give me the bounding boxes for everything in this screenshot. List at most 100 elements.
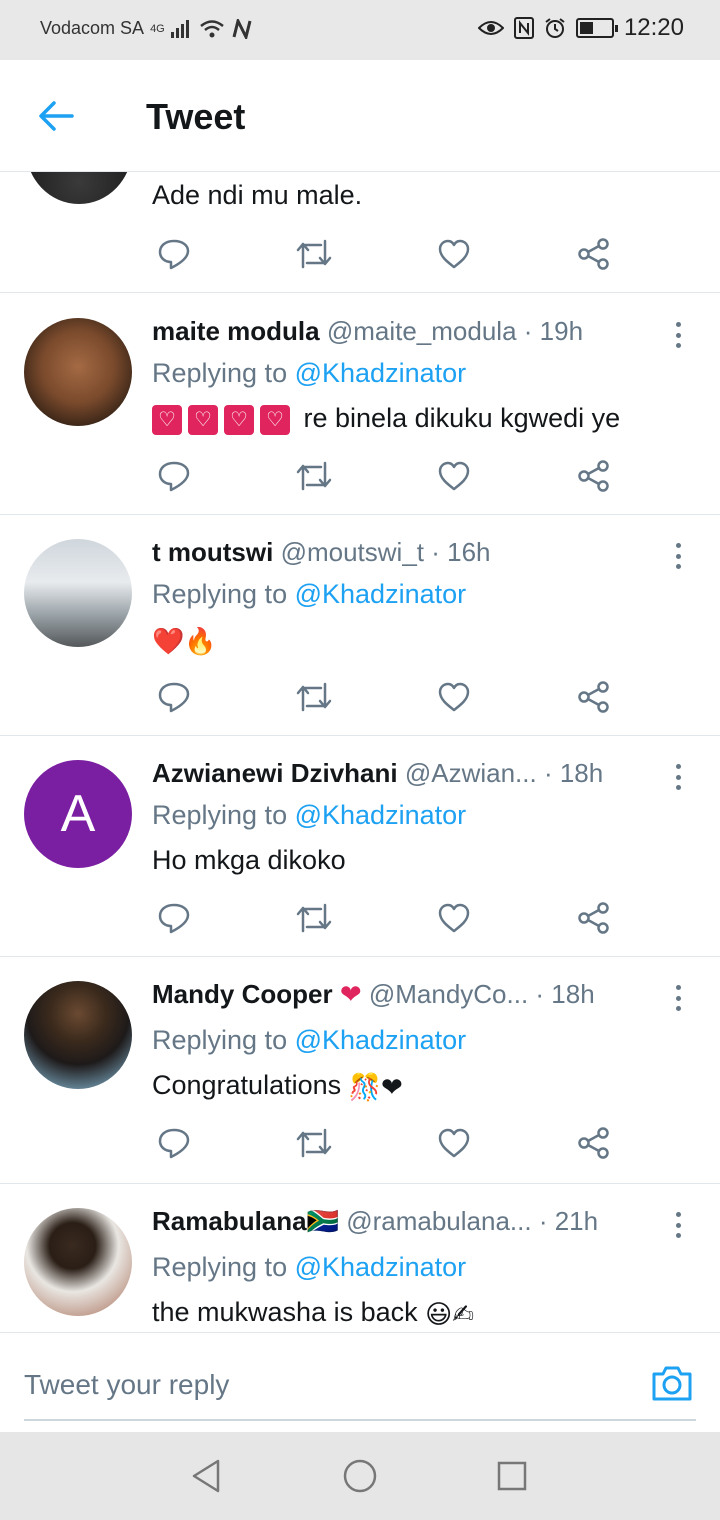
- tweet-feed[interactable]: Ade ndi mu male. maite modula @maite_mod…: [0, 172, 720, 1332]
- replying-to: Replying to @Khadzinator: [152, 798, 466, 832]
- like-button[interactable]: [434, 898, 474, 938]
- tweet-body: Congratulations: [152, 1070, 342, 1100]
- share-button[interactable]: [574, 677, 614, 717]
- replying-to: Replying to @Khadzinator: [152, 356, 466, 390]
- signal-icon: [170, 19, 193, 38]
- like-button[interactable]: [434, 1123, 474, 1163]
- heart-fire-emoji: ❤️🔥: [152, 625, 217, 656]
- nfc-icon: [513, 17, 534, 39]
- reply-button[interactable]: [154, 1123, 194, 1163]
- smile-writing-emoji: 😃✍: [425, 1298, 475, 1329]
- mention-link[interactable]: @Khadzinator: [295, 1252, 467, 1282]
- tweet-item[interactable]: t moutswi @moutswi_t · 16h Replying to @…: [0, 515, 720, 736]
- heart-emoji: ♡: [152, 404, 182, 435]
- reply-button[interactable]: [154, 677, 194, 717]
- carrier-label: Vodacom SA: [40, 18, 145, 38]
- more-options-button[interactable]: [668, 1208, 688, 1242]
- retweet-button[interactable]: [294, 1123, 334, 1163]
- avatar[interactable]: [24, 318, 132, 426]
- retweet-icon: [296, 903, 332, 933]
- user-handle[interactable]: @maite_modula: [327, 316, 517, 346]
- heart-icon: [438, 903, 470, 933]
- tweet-text: the mukwasha is back 😃✍: [152, 1294, 474, 1332]
- tweet-text: Ade ndi mu male.: [152, 180, 363, 210]
- more-options-button[interactable]: [668, 539, 688, 573]
- tweet-item[interactable]: A Azwianewi Dzivhani @Azwian... · 18h Re…: [0, 736, 720, 957]
- heart-icon: [438, 461, 470, 491]
- share-button[interactable]: [574, 898, 614, 938]
- avatar[interactable]: [24, 539, 132, 647]
- page-title: Tweet: [146, 96, 246, 137]
- tweet-item[interactable]: maite modula @maite_modula · 19h Replyin…: [0, 294, 720, 515]
- tweet-actions: [152, 677, 622, 717]
- like-button[interactable]: [434, 234, 474, 274]
- retweet-button[interactable]: [294, 898, 334, 938]
- heart-emoji: ♡: [188, 404, 218, 435]
- like-button[interactable]: [434, 677, 474, 717]
- tweet-item[interactable]: Mandy Cooper ❤ @MandyCo... · 18h Replyin…: [0, 957, 720, 1184]
- mention-link[interactable]: @Khadzinator: [295, 800, 467, 830]
- nav-recents-button[interactable]: [492, 1456, 532, 1496]
- retweet-button[interactable]: [294, 456, 334, 496]
- battery-fill: [579, 22, 594, 34]
- camera-button[interactable]: [650, 1363, 694, 1403]
- tweet-item[interactable]: Ramabulana🇿🇦 @ramabulana... · 21h Replyi…: [0, 1184, 720, 1332]
- avatar[interactable]: [24, 1208, 132, 1316]
- tweet-body: the mukwasha is back: [152, 1297, 418, 1327]
- avatar[interactable]: [24, 981, 132, 1089]
- back-button[interactable]: [34, 94, 78, 138]
- replying-to-label: Replying to: [152, 358, 288, 388]
- retweet-icon: [296, 461, 332, 491]
- mention-link[interactable]: @Khadzinator: [295, 358, 467, 388]
- reply-button[interactable]: [154, 898, 194, 938]
- nav-home-button[interactable]: [340, 1456, 380, 1496]
- avatar[interactable]: [26, 172, 132, 204]
- user-handle[interactable]: @Azwian...: [405, 758, 537, 788]
- reply-input[interactable]: [24, 1357, 696, 1421]
- wifi-icon: [199, 19, 225, 39]
- tweet-actions: [152, 456, 622, 496]
- display-name[interactable]: Ramabulana: [152, 1206, 307, 1236]
- mention-link[interactable]: @Khadzinator: [295, 1025, 467, 1055]
- user-handle[interactable]: @ramabulana...: [346, 1206, 531, 1236]
- retweet-button[interactable]: [294, 234, 334, 274]
- retweet-button[interactable]: [294, 677, 334, 717]
- reply-button[interactable]: [154, 234, 194, 274]
- tweet-body: re binela dikuku kgwedi ye: [303, 403, 621, 433]
- replying-to: Replying to @Khadzinator: [152, 1023, 466, 1057]
- nav-back-button[interactable]: [186, 1456, 226, 1496]
- more-options-button[interactable]: [668, 760, 688, 794]
- replying-to-label: Replying to: [152, 1252, 288, 1282]
- tweet-text: Congratulations 🎊❤: [152, 1067, 403, 1105]
- more-options-button[interactable]: [668, 318, 688, 352]
- system-nav-bar: [0, 1432, 720, 1520]
- mention-link[interactable]: @Khadzinator: [295, 579, 467, 609]
- tweet-time: · 18h: [535, 979, 595, 1009]
- tweet-time: · 19h: [523, 316, 584, 346]
- display-name[interactable]: Mandy Cooper: [152, 979, 333, 1009]
- display-name[interactable]: t moutswi: [152, 537, 273, 567]
- display-name[interactable]: maite modula: [152, 316, 320, 346]
- share-button[interactable]: [574, 1123, 614, 1163]
- nfc-n-icon: [231, 18, 253, 39]
- more-options-button[interactable]: [668, 981, 688, 1015]
- tweet-text: ♡ ♡ ♡ ♡ re binela dikuku kgwedi ye: [152, 400, 620, 436]
- tweet-time: · 21h: [538, 1206, 599, 1236]
- avatar[interactable]: A: [24, 760, 132, 868]
- share-icon: [578, 681, 609, 713]
- user-handle[interactable]: @moutswi_t: [281, 537, 424, 567]
- share-button[interactable]: [574, 456, 614, 496]
- user-handle[interactable]: @MandyCo...: [369, 979, 528, 1009]
- display-name[interactable]: Azwianewi Dzivhani: [152, 758, 398, 788]
- app-header: Tweet: [0, 60, 720, 172]
- replying-to-label: Replying to: [152, 800, 288, 830]
- name-heart-emoji: ❤: [339, 979, 362, 1009]
- share-button[interactable]: [574, 234, 614, 274]
- reply-icon: [158, 903, 190, 934]
- tweet-actions: [152, 1123, 622, 1163]
- tweet-body: Ho mkga dikoko: [152, 845, 346, 875]
- tweet-partial[interactable]: Ade ndi mu male.: [0, 172, 720, 293]
- share-icon: [578, 1127, 609, 1159]
- reply-button[interactable]: [154, 456, 194, 496]
- like-button[interactable]: [434, 456, 474, 496]
